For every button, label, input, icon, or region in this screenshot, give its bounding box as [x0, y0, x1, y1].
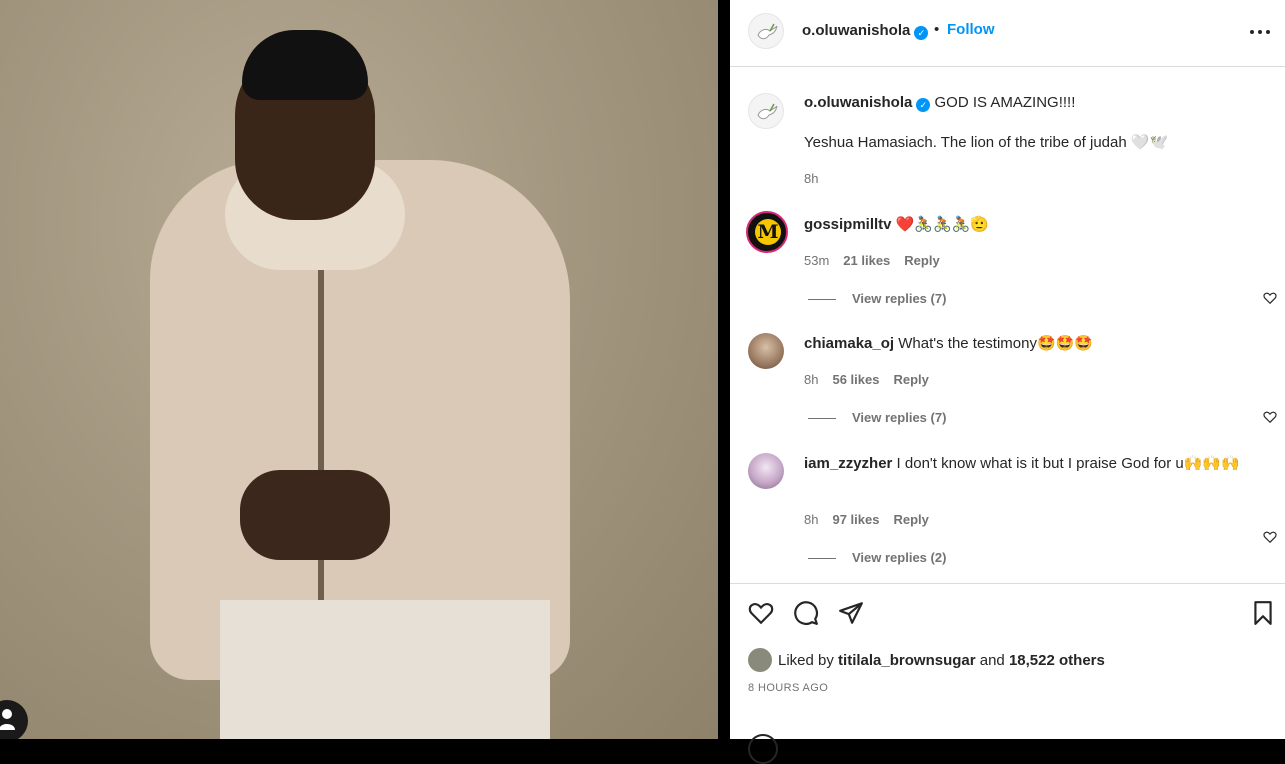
photo-hands	[240, 470, 390, 560]
replies-divider-line	[808, 299, 836, 301]
view-replies-label: View replies (7)	[852, 291, 947, 306]
comment-like-heart-icon[interactable]	[1263, 410, 1277, 424]
post-side-panel: o.oluwanishola ✓ • Follow o.oluwanishola ✓…	[730, 0, 1285, 764]
media-gap	[718, 0, 730, 739]
comment-username[interactable]: gossipmilltv	[804, 216, 892, 233]
view-replies-button[interactable]: View replies (2)	[808, 550, 946, 565]
comment-meta: 53m 21 likes Reply	[804, 253, 954, 268]
liked-user[interactable]: titilala_brownsugar	[838, 652, 976, 669]
comment-like-heart-icon[interactable]	[1263, 530, 1277, 544]
comment-avatar[interactable]	[748, 333, 784, 369]
view-replies-button[interactable]: View replies (7)	[808, 410, 946, 425]
comment-likes[interactable]: 21 likes	[843, 253, 890, 268]
share-icon[interactable]	[838, 600, 864, 626]
caption-emoji: 🤍🕊️	[1130, 134, 1169, 151]
comment-text-line: gossipmilltv ❤️🚴🏾🚴🏾🚴🏾🫡	[804, 215, 1244, 235]
heart-icon[interactable]	[748, 600, 774, 626]
tagged-user-icon[interactable]	[0, 700, 28, 739]
comment-emoji: 🤩🤩🤩	[1036, 335, 1094, 352]
separator-dot: •	[934, 21, 940, 38]
view-replies-label: View replies (7)	[852, 410, 947, 425]
reply-button[interactable]: Reply	[893, 512, 928, 527]
photo-hair	[242, 30, 368, 100]
photo-pants	[220, 600, 550, 739]
reply-button[interactable]: Reply	[904, 253, 939, 268]
liked-and: and	[979, 652, 1005, 669]
post-header: o.oluwanishola ✓ • Follow	[730, 0, 1285, 67]
comment-emoji: 🙌🙌🙌	[1183, 455, 1240, 472]
comment-username[interactable]: chiamaka_oj	[804, 335, 894, 352]
post-actions: Liked by titilala_brownsugar and 18,522 …	[730, 584, 1285, 764]
follow-button[interactable]: Follow	[947, 21, 995, 38]
liked-others[interactable]: 18,522 others	[1009, 652, 1105, 669]
caption-avatar[interactable]	[748, 93, 784, 129]
caption-body-line: Yeshua Hamasiach. The lion of the tribe …	[804, 133, 1244, 153]
view-replies-label: View replies (2)	[852, 550, 947, 565]
comment-like-heart-icon[interactable]	[1263, 291, 1277, 305]
comment-text-line: chiamaka_oj What's the testimony🤩🤩🤩	[804, 334, 1244, 354]
replies-divider-line	[808, 418, 836, 420]
comment-meta: 8h 56 likes Reply	[804, 372, 943, 387]
comment-likes[interactable]: 97 likes	[832, 512, 879, 527]
verified-badge-icon: ✓	[914, 26, 929, 40]
more-options-icon[interactable]	[1249, 22, 1273, 42]
comment-username[interactable]: iam_zzyzher	[804, 455, 892, 472]
comment-text-line: iam_zzyzher I don't know what is it but …	[804, 454, 1244, 474]
liked-prefix: Liked by	[778, 652, 834, 669]
comment-avatar[interactable]	[748, 453, 784, 489]
comment-body: What's the testimony	[898, 335, 1037, 352]
reply-button[interactable]: Reply	[893, 372, 928, 387]
comment-body: I don't know what is it but I praise God…	[896, 455, 1184, 472]
caption-title: GOD IS AMAZING!!!!	[934, 94, 1076, 111]
comment-time: 8h	[804, 372, 819, 387]
replies-divider-line	[808, 558, 836, 560]
comment-icon[interactable]	[793, 600, 819, 626]
caption-body: Yeshua Hamasiach. The lion of the tribe …	[804, 134, 1127, 151]
verified-badge-icon: ✓	[916, 98, 931, 112]
comment-likes[interactable]: 56 likes	[832, 372, 879, 387]
comment-time: 8h	[804, 512, 819, 527]
caption-time: 8h	[804, 171, 819, 186]
view-replies-button[interactable]: View replies (7)	[808, 291, 946, 306]
comments-section[interactable]: o.oluwanishola ✓ GOD IS AMAZING!!!! Yeshu…	[730, 67, 1285, 584]
caption-title-line: o.oluwanishola ✓ GOD IS AMAZING!!!!	[804, 93, 1244, 113]
comment-avatar[interactable]: M	[746, 211, 788, 253]
bookmark-icon[interactable]	[1250, 600, 1276, 626]
post-timestamp[interactable]: 8 HOURS AGO	[748, 682, 828, 694]
comment-emoji: ❤️🚴🏾🚴🏾🚴🏾🫡	[895, 216, 990, 233]
photo-zipper	[318, 270, 324, 640]
author-avatar[interactable]	[748, 13, 784, 49]
caption-username[interactable]: o.oluwanishola	[804, 94, 912, 111]
comment-time: 53m	[804, 253, 830, 268]
gossipmill-logo-icon: M	[755, 219, 781, 245]
author-username[interactable]: o.oluwanishola	[802, 22, 910, 39]
post-media[interactable]	[0, 0, 718, 739]
caption-meta: 8h	[804, 171, 832, 186]
comment-meta: 8h 97 likes Reply	[804, 512, 943, 527]
liked-by: Liked by titilala_brownsugar and 18,522 …	[748, 652, 1105, 669]
